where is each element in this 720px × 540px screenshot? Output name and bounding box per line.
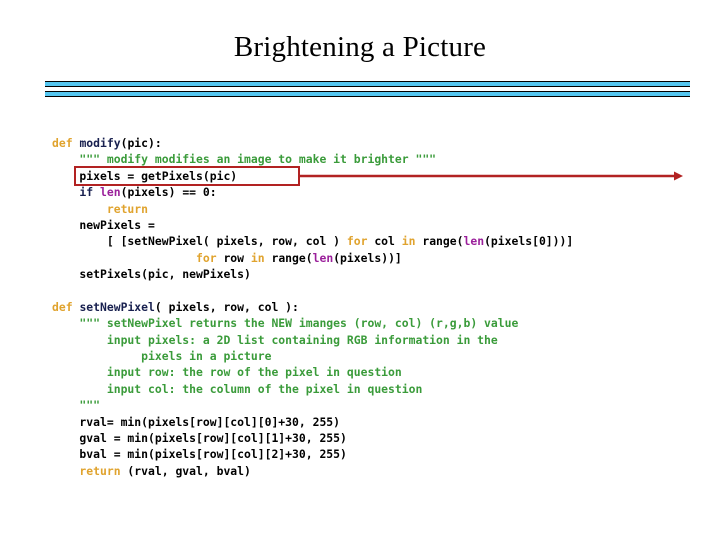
code-token: len [100, 185, 121, 200]
code-token: (pixels[0]))] [484, 234, 574, 249]
code-token: for [346, 234, 368, 249]
page-title: Brightening a Picture [233, 31, 487, 63]
code-line: rval= min(pixels[row][col][0]+30, 255) [52, 414, 712, 430]
code-token: col [367, 234, 402, 249]
code-line: def setNewPixel( pixels, row, col ): [52, 299, 712, 315]
code-token: pixels in a picture [52, 349, 272, 364]
code-line: if len(pixels) == 0: [52, 184, 712, 200]
code-token: input pixels: a 2D list containing RGB i… [52, 332, 498, 347]
code-token: setNewPixel [79, 299, 155, 314]
callout-arrow-icon [300, 171, 683, 181]
title-divider [45, 81, 690, 99]
divider-bar-top [45, 81, 690, 87]
code-token: input col: the column of the pixel in qu… [52, 381, 423, 396]
divider-bar-bottom [45, 91, 690, 97]
code-token: range( [264, 250, 313, 265]
code-line: """ setNewPixel returns the NEW imanges … [52, 315, 712, 331]
code-token: """ modify modifies an image to make it … [52, 152, 437, 167]
code-token: [ [setNewPixel( pixels, row, col ) [52, 234, 347, 249]
highlight-box-annotation [74, 166, 300, 186]
code-token: (pixels) == 0: [120, 185, 217, 200]
code-line: gval = min(pixels[row][col][1]+30, 255) [52, 430, 712, 446]
code-token: def [52, 136, 80, 150]
slide-canvas: Brightening a Picture def modify(pic): "… [0, 0, 720, 540]
code-token: rval= min(pixels[row][col][0]+30, 255) [52, 414, 341, 429]
code-token: """ [52, 398, 101, 413]
code-token: (pic): [120, 136, 162, 150]
code-token: len [463, 234, 485, 249]
code-token: for [196, 250, 217, 265]
code-token: newPixels = [52, 217, 155, 232]
code-token: len [312, 250, 334, 265]
code-token: row [216, 250, 251, 265]
code-token: bval = min(pixels[row][col][2]+30, 255) [52, 447, 347, 462]
code-line [52, 283, 712, 299]
code-token: setPixels(pic, newPixels) [52, 267, 251, 282]
code-token: def [52, 299, 80, 314]
code-token: return [52, 463, 121, 478]
code-token: range( [415, 234, 464, 249]
code-token: ( pixels, row, col ): [154, 299, 299, 314]
code-line: return (rval, gval, bval) [52, 463, 712, 479]
code-line: pixels in a picture [52, 348, 712, 364]
code-line: newPixels = [52, 217, 712, 233]
code-token: if [52, 185, 101, 200]
code-line: bval = min(pixels[row][col][2]+30, 255) [52, 446, 712, 462]
code-token: modify [79, 136, 121, 150]
code-line: """ [52, 397, 712, 413]
code-listing: def modify(pic): """ modify modifies an … [52, 135, 712, 479]
code-token: input row: the row of the pixel in quest… [52, 365, 402, 380]
code-line: return [52, 201, 712, 217]
code-token: (pixels))] [333, 250, 402, 265]
code-line: input pixels: a 2D list containing RGB i… [52, 332, 712, 348]
code-line: input row: the row of the pixel in quest… [52, 364, 712, 380]
code-token: """ setNewPixel returns the NEW imanges … [52, 316, 519, 331]
code-token: return [52, 201, 149, 216]
code-line: def modify(pic): [52, 135, 712, 151]
code-token: in [250, 250, 265, 265]
code-line: for row in range(len(pixels))] [52, 250, 712, 266]
code-line: [ [setNewPixel( pixels, row, col ) for c… [52, 233, 712, 249]
code-token: (rval, gval, bval) [120, 463, 251, 478]
code-line: setPixels(pic, newPixels) [52, 266, 712, 282]
code-token: gval = min(pixels[row][col][1]+30, 255) [52, 431, 347, 446]
code-line: input col: the column of the pixel in qu… [52, 381, 712, 397]
code-token: in [401, 234, 416, 249]
